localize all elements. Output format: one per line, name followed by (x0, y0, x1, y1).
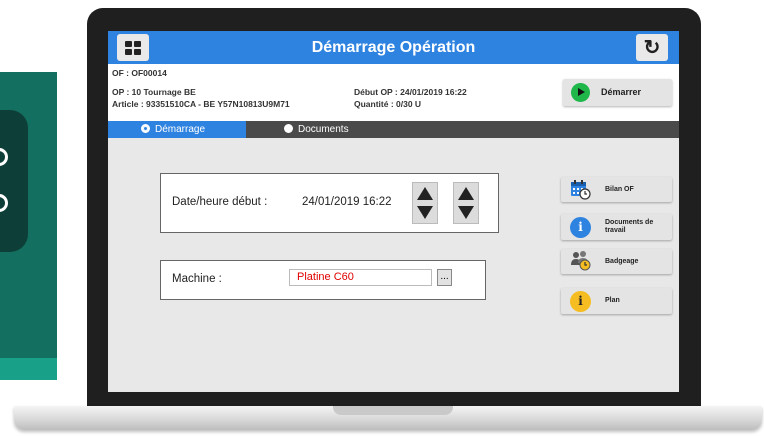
refresh-button[interactable]: ↻ (636, 34, 668, 61)
arrow-down-icon (458, 206, 474, 219)
tab-label: Démarrage (155, 124, 206, 135)
arrow-up-icon (458, 187, 474, 200)
op-label: OP : 10 Tournage BE (112, 87, 196, 97)
app-header: Démarrage Opération ↻ (108, 31, 679, 64)
documents-travail-label: Documents de travail (605, 219, 654, 234)
tab-label: Documents (298, 124, 349, 135)
radio-icon (284, 124, 293, 133)
radio-selected-icon (141, 124, 150, 133)
tab-demarrage[interactable]: Démarrage (108, 121, 246, 138)
bilan-of-label: Bilan OF (605, 186, 634, 193)
datetime-stepper-right[interactable] (453, 182, 479, 224)
datetime-box: Date/heure début : 24/01/2019 16:22 (160, 173, 499, 233)
documents-travail-button[interactable]: i Documents de travail (561, 214, 672, 240)
arrow-up-icon (417, 187, 433, 200)
start-button-label: Démarrer (601, 87, 642, 97)
debut-op: Début OP : 24/01/2019 16:22 (354, 87, 467, 97)
arrow-down-icon (417, 206, 433, 219)
datetime-stepper-left[interactable] (412, 182, 438, 224)
page-title: Démarrage Opération (311, 39, 476, 56)
quantite: Quantité : 0/30 U (354, 99, 422, 109)
bilan-of-button[interactable]: Bilan OF (561, 177, 672, 202)
grid-icon (125, 40, 141, 55)
badgeage-button[interactable]: Badgeage (561, 249, 672, 274)
machine-field[interactable]: Platine C60 (289, 269, 432, 286)
users-clock-icon (571, 251, 591, 271)
menu-button[interactable] (117, 34, 149, 61)
app-screen: Démarrage Opération ↻ OF : OF00014 OP : … (108, 31, 679, 392)
laptop-notch (333, 406, 453, 415)
play-icon (571, 83, 590, 102)
datetime-label: Date/heure début : (172, 196, 268, 208)
machine-label: Machine : (172, 273, 222, 285)
info-icon: i (570, 217, 591, 238)
badgeage-label: Badgeage (605, 258, 639, 265)
start-button[interactable]: Démarrer (563, 79, 672, 106)
calendar-clock-icon (571, 180, 591, 200)
tab-bar: Démarrage Documents (108, 121, 679, 138)
of-number: OF : OF00014 (112, 68, 167, 78)
plan-button[interactable]: i Plan (561, 288, 672, 314)
machine-browse-button[interactable]: ... (437, 269, 452, 286)
info-icon: i (570, 291, 591, 312)
datetime-value: 24/01/2019 16:22 (302, 196, 392, 208)
plan-label: Plan (605, 297, 620, 304)
article-label: Article : 93351510CA - BE Y57N10813U9M71 (112, 99, 290, 109)
tab-documents[interactable]: Documents (284, 121, 404, 138)
background-strip (0, 358, 57, 380)
ring-icon (0, 148, 8, 166)
machine-box: Machine : Platine C60 ... (160, 260, 486, 300)
refresh-icon: ↻ (643, 36, 661, 59)
ring-icon (0, 194, 8, 212)
background-card (0, 110, 28, 252)
